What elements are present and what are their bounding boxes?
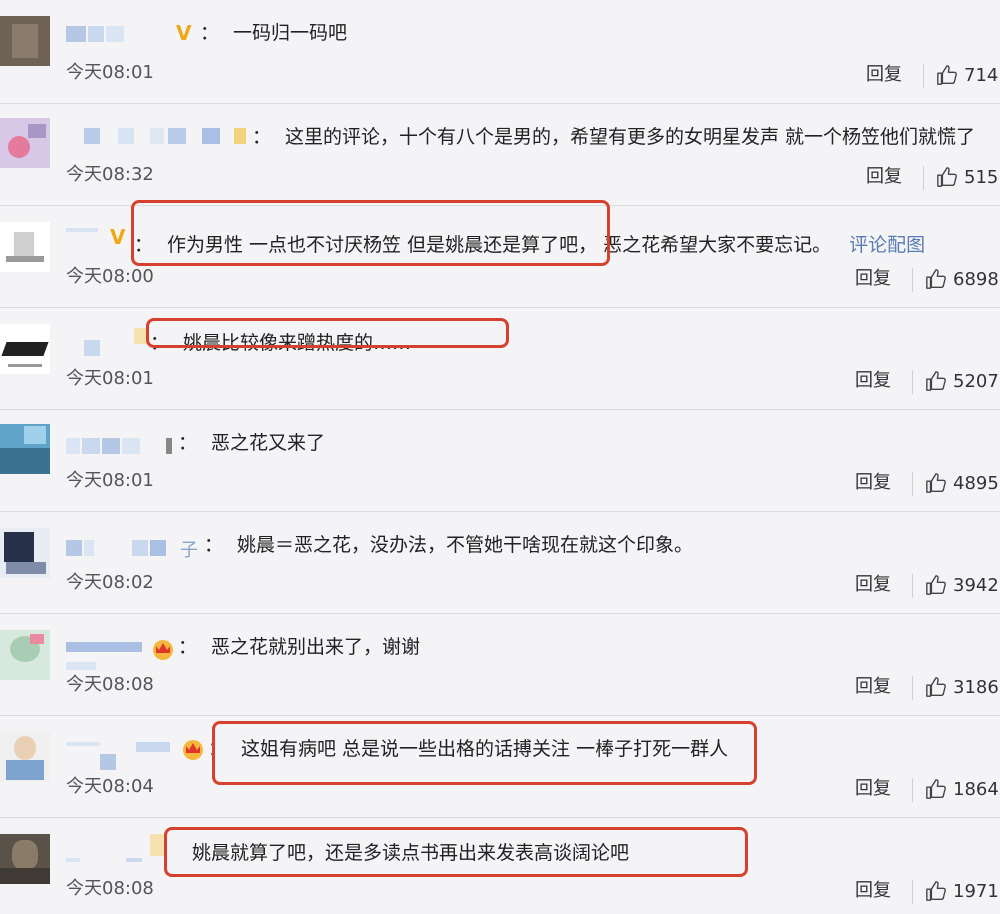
like-count: 6898: [953, 268, 999, 290]
thumbs-up-icon: [926, 269, 946, 289]
timestamp: 今天08:32: [66, 164, 154, 185]
like-button[interactable]: 5207: [925, 369, 999, 393]
divider: [912, 370, 913, 394]
username[interactable]: [66, 834, 166, 868]
avatar[interactable]: [0, 732, 50, 782]
crown-badge-icon: [153, 640, 173, 660]
comment-item: 姚晨就算了吧，还是多读点书再出来发表高谈阔论吧 今天08:08 回复 1971: [0, 818, 1000, 914]
username[interactable]: [66, 24, 176, 44]
timestamp: 今天08:00: [66, 266, 154, 287]
avatar[interactable]: [0, 528, 50, 578]
comment-feed: V ：一码归一码吧 今天08:01 回复 714 ：这里的评论，十个有八个是男的…: [0, 0, 1000, 914]
like-count: 4895: [953, 472, 999, 494]
thumbs-up-icon: [926, 779, 946, 799]
avatar[interactable]: [0, 630, 50, 680]
username[interactable]: [66, 226, 116, 246]
like-count: 5207: [953, 370, 999, 392]
avatar[interactable]: [0, 424, 50, 474]
reply-button[interactable]: 回复: [866, 166, 902, 188]
like-count: 1864: [953, 778, 999, 800]
avatar[interactable]: [0, 16, 50, 66]
divider: [912, 268, 913, 292]
like-button[interactable]: 3942: [925, 573, 999, 597]
verified-badge-icon: V: [176, 21, 192, 45]
divider: [912, 574, 913, 598]
comment-text: 姚晨就算了吧，还是多读点书再出来发表高谈阔论吧: [192, 842, 630, 864]
verified-badge-icon: V: [110, 225, 126, 249]
comment-item: ：这里的评论，十个有八个是男的，希望有更多的女明星发声 就一个杨笠他们就慌了 今…: [0, 104, 1000, 206]
username[interactable]: [84, 126, 246, 146]
divider: [912, 676, 913, 700]
timestamp: 今天08:01: [66, 62, 154, 83]
comment-item: ：这姐有病吧 总是说一些出格的话搏关注 一棒子打死一群人 今天08:04 回复 …: [0, 716, 1000, 818]
comment-image-link[interactable]: 评论配图: [849, 234, 925, 256]
comment-text: ：这姐有病吧 总是说一些出格的话搏关注 一棒子打死一群人: [208, 738, 729, 760]
reply-button[interactable]: 回复: [855, 472, 891, 494]
like-button[interactable]: 1864: [925, 777, 999, 801]
timestamp: 今天08:08: [66, 674, 154, 695]
divider: [923, 166, 924, 190]
avatar[interactable]: [0, 324, 50, 374]
like-button[interactable]: 6898: [925, 267, 999, 291]
timestamp: 今天08:08: [66, 878, 154, 899]
divider: [912, 472, 913, 496]
reply-button[interactable]: 回复: [855, 370, 891, 392]
username[interactable]: [66, 638, 146, 670]
timestamp: 今天08:02: [66, 572, 154, 593]
reply-button[interactable]: 回复: [866, 64, 902, 86]
thumbs-up-icon: [926, 881, 946, 901]
comment-item: ：恶之花就别出来了，谢谢 今天08:08 回复 3186: [0, 614, 1000, 716]
comment-text: ：恶之花又来了: [178, 432, 326, 454]
timestamp: 今天08:01: [66, 470, 154, 491]
thumbs-up-icon: [926, 575, 946, 595]
comment-item: V ：作为男性 一点也不讨厌杨笠 但是姚晨还是算了吧， 恶之花希望大家不要忘记。…: [0, 206, 1000, 308]
like-count: 714: [964, 64, 999, 86]
reply-button[interactable]: 回复: [855, 676, 891, 698]
crown-badge-icon: [183, 740, 203, 760]
reply-button[interactable]: 回复: [855, 574, 891, 596]
like-button[interactable]: 1971: [925, 879, 999, 903]
username-tail[interactable]: 子: [180, 536, 198, 561]
username[interactable]: [66, 740, 186, 770]
divider: [923, 64, 924, 88]
comment-text: ：恶之花就别出来了，谢谢: [178, 636, 421, 658]
like-button[interactable]: 3186: [925, 675, 999, 699]
reply-button[interactable]: 回复: [855, 778, 891, 800]
like-button[interactable]: 4895: [925, 471, 999, 495]
thumbs-up-icon: [926, 473, 946, 493]
timestamp: 今天08:01: [66, 368, 154, 389]
reply-button[interactable]: 回复: [855, 268, 891, 290]
like-button[interactable]: 714: [936, 63, 998, 87]
like-count: 3942: [953, 574, 999, 596]
avatar[interactable]: [0, 118, 50, 168]
divider: [912, 778, 913, 802]
comment-item: V ：一码归一码吧 今天08:01 回复 714: [0, 0, 1000, 104]
username[interactable]: [66, 436, 186, 456]
timestamp: 今天08:04: [66, 776, 154, 797]
comment-text: ：这里的评论，十个有八个是男的，希望有更多的女明星发声 就一个杨笠他们就慌了: [252, 126, 976, 148]
comment-item: ：姚晨比较像来蹭热度的…… 今天08:01 回复 5207: [0, 308, 1000, 410]
comment-text: ：一码归一码吧: [200, 22, 348, 44]
like-count: 1971: [953, 880, 999, 902]
avatar[interactable]: [0, 222, 50, 272]
comment-text: ：作为男性 一点也不讨厌杨笠 但是姚晨还是算了吧， 恶之花希望大家不要忘记。 评论…: [134, 234, 926, 256]
reply-button[interactable]: 回复: [855, 880, 891, 902]
username[interactable]: [66, 538, 186, 558]
thumbs-up-icon: [937, 65, 957, 85]
thumbs-up-icon: [926, 677, 946, 697]
comment-item: 子 ：姚晨＝恶之花，没办法，不管她干啥现在就这个印象。 今天08:02 回复 3…: [0, 512, 1000, 614]
thumbs-up-icon: [937, 167, 957, 187]
like-button[interactable]: 515: [936, 165, 998, 189]
like-count: 3186: [953, 676, 999, 698]
comment-text: ：姚晨比较像来蹭热度的……: [150, 332, 412, 354]
comment-text: ：姚晨＝恶之花，没办法，不管她干啥现在就这个印象。: [204, 534, 694, 556]
comment-item: ：恶之花又来了 今天08:01 回复 4895: [0, 410, 1000, 512]
divider: [912, 880, 913, 904]
thumbs-up-icon: [926, 371, 946, 391]
avatar[interactable]: [0, 834, 50, 884]
like-count: 515: [964, 166, 999, 188]
